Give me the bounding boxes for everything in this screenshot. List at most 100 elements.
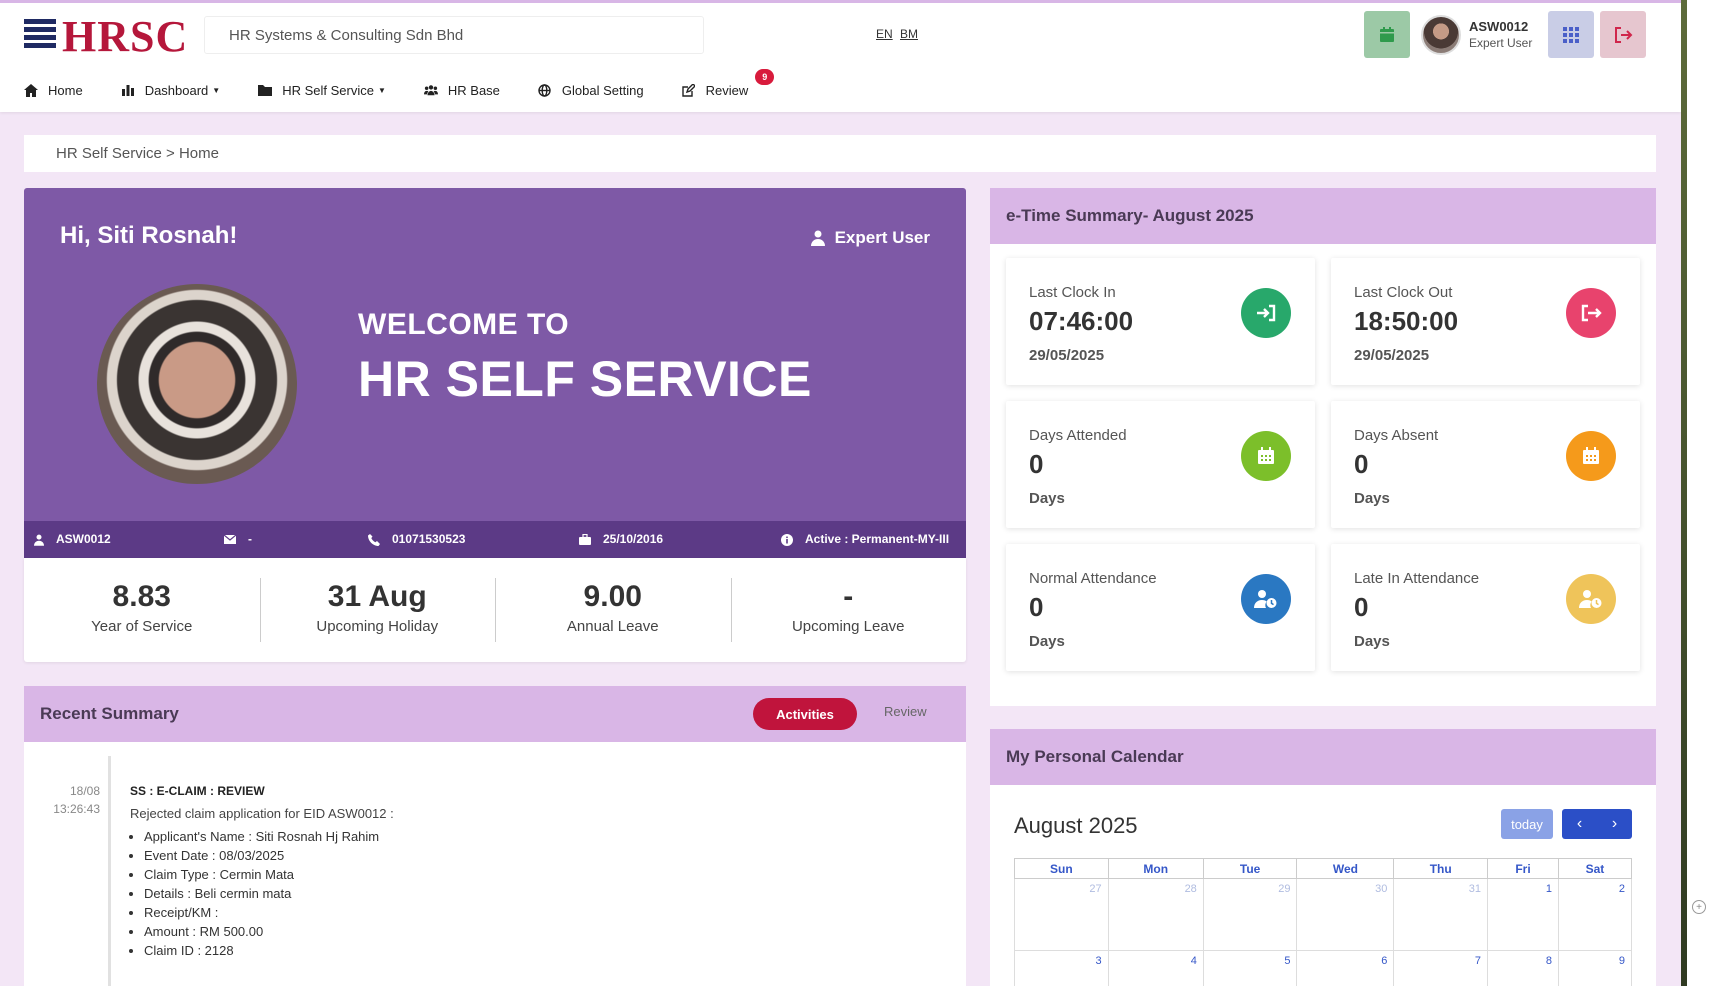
welcome-card: Hi, Siti Rosnah! Expert User WELCOME TO … bbox=[24, 188, 966, 521]
weekday-header-row: Sun Mon Tue Wed Thu Fri Sat bbox=[1014, 858, 1633, 879]
logout-button[interactable] bbox=[1600, 11, 1646, 58]
timeline-datetime: 18/08 13:26:43 bbox=[38, 782, 100, 818]
weekday-header: Tue bbox=[1202, 858, 1298, 879]
company-logo[interactable]: HRSC bbox=[62, 11, 188, 62]
card-days-attended: Days Attended 0 Days bbox=[1006, 401, 1315, 528]
calendar-day[interactable]: 7 bbox=[1393, 950, 1489, 986]
card-label: Last Clock In bbox=[1029, 284, 1116, 301]
calendar-day[interactable]: 28 bbox=[1107, 878, 1204, 951]
timeline-date: 18/08 bbox=[69, 784, 100, 798]
email: - bbox=[248, 532, 252, 546]
card-late-in-attendance: Late In Attendance 0 Days bbox=[1331, 544, 1640, 671]
calendar-grid: Sun Mon Tue Wed Thu Fri Sat 27 28 29 30 … bbox=[1014, 858, 1633, 986]
lang-en-link[interactable]: EN bbox=[876, 27, 893, 41]
calendar-day[interactable]: 31 bbox=[1393, 878, 1489, 951]
card-days-absent: Days Absent 0 Days bbox=[1331, 401, 1640, 528]
zoom-icon[interactable]: + bbox=[1692, 900, 1706, 914]
card-value: 0 bbox=[1354, 449, 1369, 479]
card-sub: Days bbox=[1029, 490, 1065, 507]
calendar-week-row: 3 4 5 6 7 8 9 bbox=[1014, 950, 1633, 986]
stat-year-of-service: 8.83 Year of Service bbox=[24, 558, 260, 662]
info-icon bbox=[781, 533, 793, 546]
card-last-clock-in: Last Clock In 07:46:00 29/05/2025 bbox=[1006, 258, 1315, 385]
nav-dashboard[interactable]: Dashboard ▼ bbox=[121, 83, 220, 98]
nav-hr-self-service[interactable]: HR Self Service ▼ bbox=[258, 83, 386, 98]
scrollbar[interactable] bbox=[1681, 0, 1687, 986]
card-label: Days Attended bbox=[1029, 427, 1127, 444]
calendar-day[interactable]: 6 bbox=[1296, 950, 1395, 986]
join-date-item: 25/10/2016 bbox=[579, 521, 663, 558]
nav-review[interactable]: Review 9 bbox=[682, 68, 775, 98]
card-label: Days Absent bbox=[1354, 427, 1439, 444]
nav-hr-base[interactable]: HR Base bbox=[423, 82, 500, 98]
home-icon bbox=[24, 83, 38, 97]
tab-activities[interactable]: Activities bbox=[753, 698, 857, 730]
calendar-header: My Personal Calendar bbox=[990, 729, 1656, 785]
calendar-day[interactable]: 8 bbox=[1487, 950, 1559, 986]
chevron-left-icon: ‹ bbox=[1576, 815, 1583, 832]
calendar-day[interactable]: 4 bbox=[1107, 950, 1204, 986]
calendar-day[interactable]: 1 bbox=[1487, 878, 1559, 951]
nav-hr-base-label: HR Base bbox=[447, 82, 500, 98]
clock-out-icon bbox=[1566, 288, 1616, 338]
next-month-button[interactable]: › bbox=[1597, 809, 1632, 839]
prev-month-button[interactable]: ‹ bbox=[1562, 809, 1597, 839]
lang-bm-link[interactable]: BM bbox=[900, 27, 918, 41]
calendar-day[interactable]: 27 bbox=[1014, 878, 1109, 951]
calendar-icon bbox=[1380, 26, 1394, 42]
hr-self-service-title: HR SELF SERVICE bbox=[358, 351, 812, 407]
stat-label: Annual Leave bbox=[566, 618, 659, 635]
card-value: 0 bbox=[1029, 449, 1044, 479]
weekday-header: Thu bbox=[1393, 858, 1489, 879]
breadcrumb: HR Self Service > Home bbox=[24, 135, 1656, 172]
today-button[interactable]: today bbox=[1501, 809, 1553, 839]
user-id: ASW0012 bbox=[1469, 19, 1529, 34]
stat-label: Upcoming Leave bbox=[791, 618, 905, 635]
card-last-clock-out: Last Clock Out 18:50:00 29/05/2025 bbox=[1331, 258, 1640, 385]
card-normal-attendance: Normal Attendance 0 Days bbox=[1006, 544, 1315, 671]
stats-row: 8.83 Year of Service 31 Aug Upcoming Hol… bbox=[24, 558, 966, 662]
recent-summary-header: Recent Summary Activities Review bbox=[24, 686, 966, 742]
calendar-day[interactable]: 2 bbox=[1557, 878, 1633, 951]
user-avatar[interactable] bbox=[1421, 15, 1461, 55]
phone-icon bbox=[368, 533, 380, 546]
claim-details-list: Applicant's Name : Siti Rosnah Hj Rahim … bbox=[130, 827, 930, 960]
calendar-day[interactable]: 30 bbox=[1296, 878, 1395, 951]
globe-icon bbox=[538, 83, 552, 97]
chevron-down-icon: ▼ bbox=[377, 85, 386, 95]
nav-global-setting[interactable]: Global Setting bbox=[538, 83, 644, 98]
calendar-day[interactable]: 9 bbox=[1557, 950, 1633, 986]
card-sub: 29/05/2025 bbox=[1354, 347, 1430, 364]
calendar-button[interactable] bbox=[1364, 11, 1410, 58]
stat-value: 8.83 bbox=[112, 580, 171, 613]
calendar-nav: ‹ › bbox=[1562, 809, 1632, 839]
apps-button[interactable] bbox=[1548, 11, 1594, 58]
nav-global-setting-label: Global Setting bbox=[561, 82, 644, 98]
timeline-time: 13:26:43 bbox=[53, 802, 100, 816]
menu-icon[interactable] bbox=[24, 19, 56, 49]
stat-label: Upcoming Holiday bbox=[316, 618, 439, 635]
logout-icon bbox=[1615, 26, 1633, 43]
timeline-description: Rejected claim application for EID ASW00… bbox=[130, 806, 394, 821]
list-item: Receipt/KM : bbox=[144, 903, 930, 922]
nav-hr-self-service-label: HR Self Service bbox=[282, 82, 374, 98]
list-item: Details : Beli cermin mata bbox=[144, 884, 930, 903]
tab-review[interactable]: Review bbox=[884, 704, 927, 719]
calendar-day[interactable]: 29 bbox=[1202, 878, 1298, 951]
phone: 01071530523 bbox=[392, 532, 466, 546]
greeting: Hi, Siti Rosnah! bbox=[60, 222, 238, 249]
list-item: Event Date : 08/03/2025 bbox=[144, 846, 930, 865]
email-item: - bbox=[224, 521, 252, 558]
folder-icon bbox=[258, 83, 273, 97]
nav-home[interactable]: Home bbox=[24, 83, 83, 98]
calendar-day[interactable]: 5 bbox=[1202, 950, 1298, 986]
calendar-day[interactable]: 3 bbox=[1014, 950, 1109, 986]
list-item: Claim Type : Cermin Mata bbox=[144, 865, 930, 884]
card-value: 18:50:00 bbox=[1354, 306, 1459, 336]
edit-icon bbox=[682, 83, 696, 97]
weekday-header: Fri bbox=[1487, 858, 1559, 879]
join-date: 25/10/2016 bbox=[603, 532, 664, 546]
stat-value: - bbox=[843, 580, 854, 613]
profile-photo bbox=[97, 284, 297, 484]
employee-id-item: ASW0012 bbox=[34, 521, 111, 558]
